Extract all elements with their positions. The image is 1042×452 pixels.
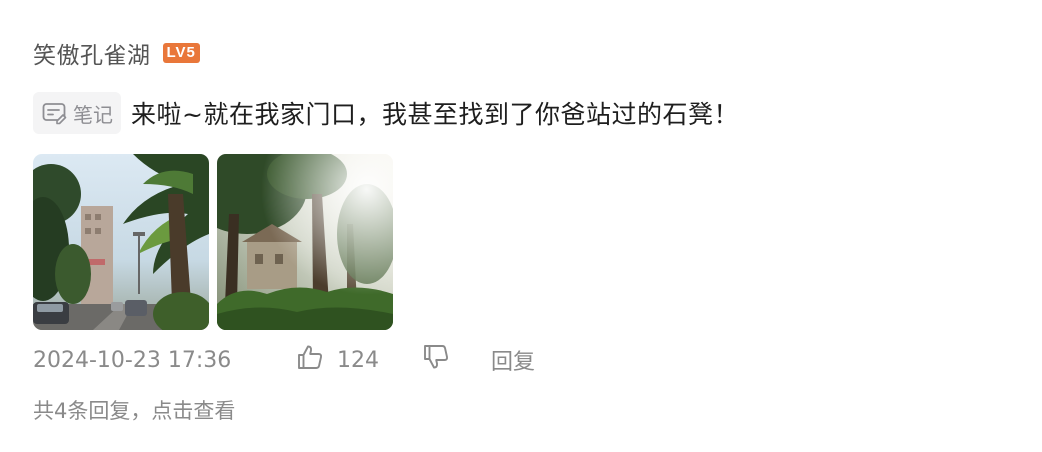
dislike-button[interactable] xyxy=(421,342,491,378)
note-tag-label: 笔记 xyxy=(73,102,113,127)
level-badge-label: LV5 xyxy=(166,44,196,61)
note-tag[interactable]: 笔记 xyxy=(33,92,121,134)
thumbs-down-icon xyxy=(421,342,451,378)
comment-images xyxy=(33,154,401,330)
view-replies-link[interactable]: 共4条回复，点击查看 xyxy=(33,395,235,425)
like-button[interactable]: 124 xyxy=(295,342,421,378)
comment-meta: 2024-10-23 17:36 124 回复 xyxy=(33,340,535,380)
comment-text: 来啦~就在我家门口，我甚至找到了你爸站过的石凳！ xyxy=(131,100,739,129)
image-thumbnail-1[interactable] xyxy=(33,154,209,330)
comment-card: 笑傲孔雀湖 LV5 笔记 来啦~就在我家门口，我甚至找到了你爸站过的石凳！ 20… xyxy=(0,0,1042,452)
thumbs-up-icon xyxy=(295,342,325,378)
image-thumbnail-2[interactable] xyxy=(217,154,393,330)
reply-button[interactable]: 回复 xyxy=(491,344,535,376)
note-icon xyxy=(42,101,68,125)
timestamp: 2024-10-23 17:36 xyxy=(33,347,232,373)
like-count: 124 xyxy=(337,347,379,373)
username[interactable]: 笑傲孔雀湖 xyxy=(33,36,151,70)
level-badge: LV5 xyxy=(162,43,200,63)
comment-header: 笑傲孔雀湖 LV5 xyxy=(33,36,200,70)
comment-content: 笔记 来啦~就在我家门口，我甚至找到了你爸站过的石凳！ xyxy=(33,92,739,134)
